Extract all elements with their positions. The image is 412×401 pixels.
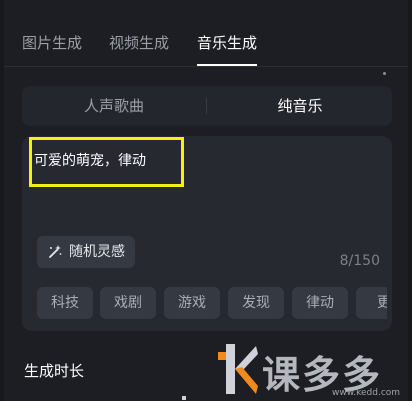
tag-chip[interactable]: 发现 [228, 287, 284, 319]
highlight-box [29, 137, 184, 187]
scroll-indicator-dot [383, 72, 386, 75]
music-generation-panel: 图片生成 视频生成 音乐生成 人声歌曲 纯音乐 可爱的萌宠，律动 随机灵感 8/… [4, 0, 408, 401]
watermark-logo: 课多多 www.kedd.com [214, 340, 410, 401]
watermark-url: www.kedd.com [332, 388, 401, 398]
style-tags: 科技 戏剧 游戏 发现 律动 更 [37, 287, 387, 319]
random-inspiration-label: 随机灵感 [69, 244, 125, 260]
duration-label: 生成时长 [24, 362, 85, 380]
tag-chip-partial[interactable]: 更 [356, 287, 387, 319]
tag-chip[interactable]: 科技 [37, 287, 93, 319]
tab-image-generation[interactable]: 图片生成 [22, 34, 82, 52]
tag-chip[interactable]: 戏剧 [100, 287, 156, 319]
magic-wand-icon [49, 245, 62, 258]
character-counter: 8/150 [339, 253, 380, 269]
mode-instrumental[interactable]: 纯音乐 [208, 86, 392, 126]
tag-chip[interactable]: 游戏 [164, 287, 220, 319]
mode-divider [206, 98, 207, 114]
generation-tabs: 图片生成 视频生成 音乐生成 [4, 0, 408, 67]
tab-music-generation[interactable]: 音乐生成 [197, 34, 257, 52]
random-inspiration-button[interactable]: 随机灵感 [37, 236, 135, 268]
tag-chip[interactable]: 律动 [292, 287, 348, 319]
tab-video-generation[interactable]: 视频生成 [109, 34, 169, 52]
music-mode-selector: 人声歌曲 纯音乐 [22, 86, 392, 126]
k-logo-icon [218, 344, 258, 394]
prompt-card: 可爱的萌宠，律动 随机灵感 8/150 科技 戏剧 游戏 发现 律动 更 [22, 136, 392, 331]
slider-handle[interactable] [182, 396, 186, 400]
mode-vocal-song[interactable]: 人声歌曲 [22, 86, 206, 126]
active-tab-indicator [197, 64, 257, 66]
